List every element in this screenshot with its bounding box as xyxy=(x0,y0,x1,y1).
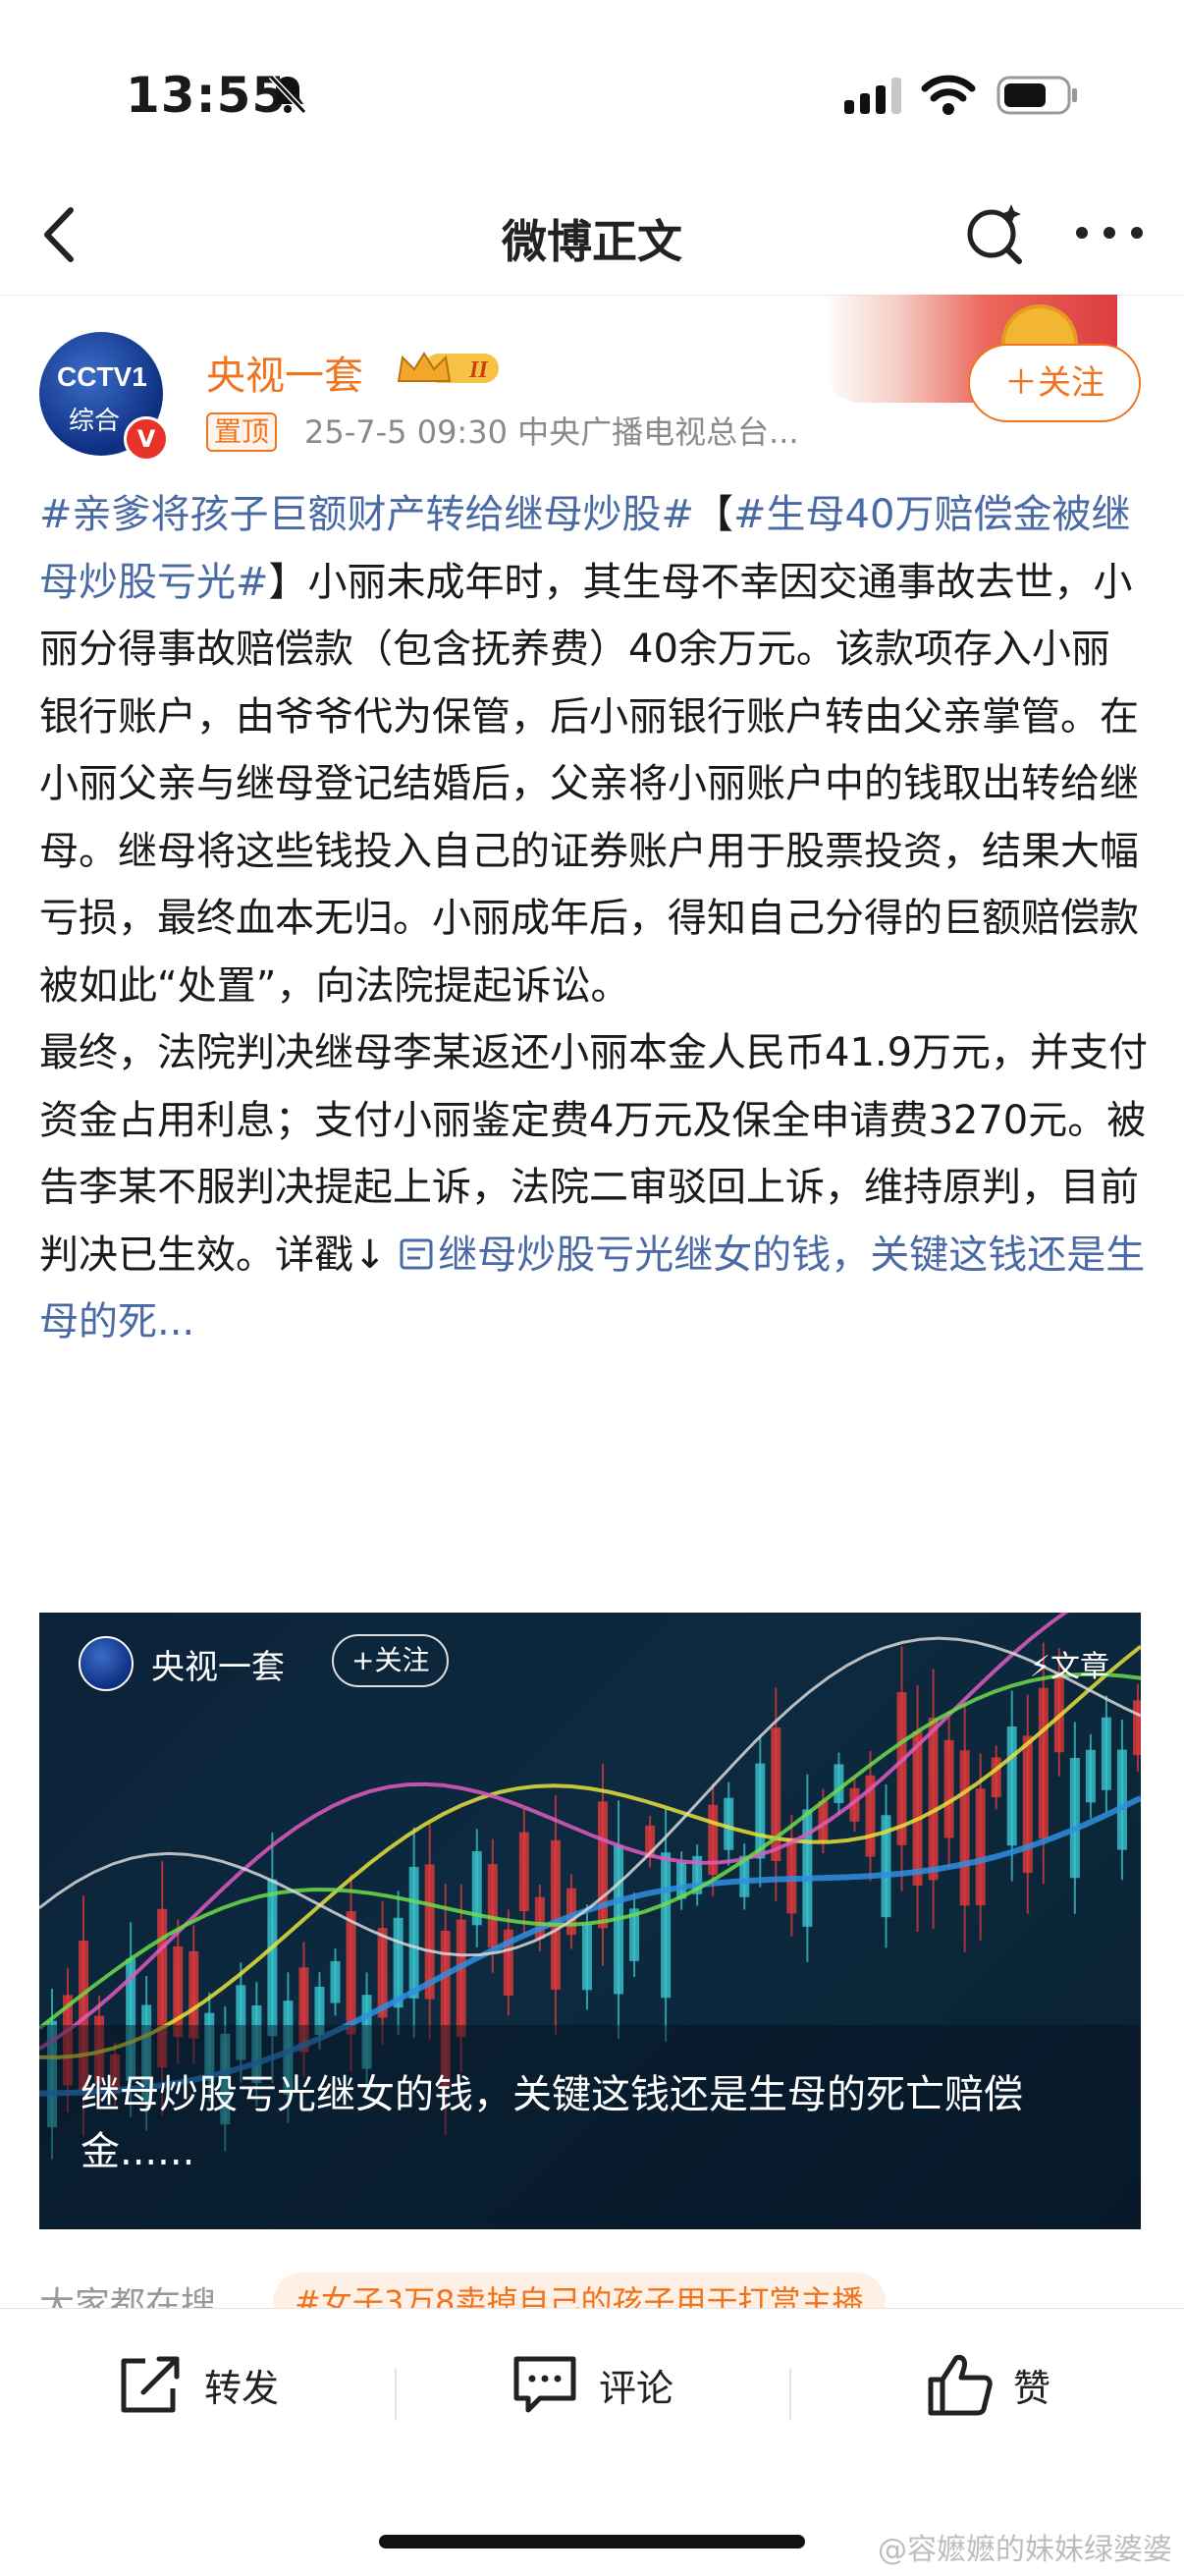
post-paragraph-1: #亲爹将孩子巨额财产转给继母炒股#【#生母40万赔偿金被继母炒股亏光#】小丽未成… xyxy=(39,492,1139,1009)
post-body: #亲爹将孩子巨额财产转给继母炒股#【#生母40万赔偿金被继母炒股亏光#】小丽未成… xyxy=(39,481,1149,1356)
comment-icon xyxy=(513,2356,576,2413)
card-author-name: 央视一套 xyxy=(151,1648,285,1687)
like-button[interactable]: 赞 xyxy=(927,2350,1050,2419)
divider xyxy=(395,2368,397,2421)
trending-topic-chip[interactable]: #女子3万8卖掉自己的孩子用于打赏主播 xyxy=(273,2273,886,2308)
card-follow-button[interactable]: +关注 xyxy=(332,1634,450,1687)
article-link-icon xyxy=(400,1238,433,1269)
cellular-signal-icon xyxy=(844,78,901,114)
article-card[interactable]: 央视一套 +关注 ⚡文章 继母炒股亏光继女的钱，关键这钱还是生母的死亡赔偿金..… xyxy=(39,1613,1141,2229)
pinned-badge: 置顶 xyxy=(206,412,278,452)
post-header: CCTV1 综合 V 央视一套 II 置顶 25-7-5 09:30 中央广播电… xyxy=(0,295,1184,462)
verified-badge-icon: V xyxy=(124,416,169,462)
thumbs-up-icon xyxy=(928,2355,993,2416)
post-meta: 25-7-5 09:30 中央广播电视总台... xyxy=(304,413,799,451)
repost-button[interactable]: 转发 xyxy=(116,2350,279,2419)
wifi-icon xyxy=(921,75,976,115)
battery-icon xyxy=(996,76,1077,115)
status-bar: 13:55 xyxy=(0,0,1184,167)
post-paragraph-2: 最终，法院判决继母李某返还小丽本金人民币41.9万元，并支付资金占用利息；支付小… xyxy=(39,1019,1149,1356)
home-indicator xyxy=(379,2535,805,2549)
trending-label: 大家都在搜 xyxy=(39,2285,217,2308)
watermark: @容嬷嬷的妹妹绿婆婆 xyxy=(878,2533,1172,2567)
share-icon xyxy=(121,2356,180,2413)
author-name[interactable]: 央视一套 xyxy=(206,344,363,401)
more-options-icon[interactable] xyxy=(1070,218,1149,247)
topic-link-1[interactable]: #亲爹将孩子巨额财产转给继母炒股# xyxy=(39,492,694,537)
search-icon[interactable] xyxy=(960,198,1029,267)
trending-search-row: 大家都在搜 #女子3万8卖掉自己的孩子用于打赏主播 xyxy=(0,2269,1184,2308)
svg-text:II: II xyxy=(468,357,489,383)
follow-button[interactable]: ＋关注 xyxy=(968,344,1141,422)
paragraph-1-text: 小丽未成年时，其生母不幸因交通事故去世，小丽分得事故赔偿款（包含抚养费）40余万… xyxy=(39,559,1139,1009)
bell-muted-icon xyxy=(268,74,307,115)
card-author-avatar xyxy=(79,1636,134,1691)
status-time: 13:55 xyxy=(126,67,288,124)
divider xyxy=(789,2368,791,2421)
bottom-action-bar: 转发 评论 赞 @容嬷嬷的妹妹绿婆婆 xyxy=(0,2308,1184,2576)
comment-button[interactable]: 评论 xyxy=(511,2350,673,2419)
nav-bar: 微博正文 xyxy=(0,177,1184,296)
card-tag: ⚡文章 xyxy=(1029,1650,1109,1684)
card-title: 继母炒股亏光继女的钱，关键这钱还是生母的死亡赔偿金...... xyxy=(81,2072,1023,2174)
vip-crown-icon: II xyxy=(397,352,499,383)
